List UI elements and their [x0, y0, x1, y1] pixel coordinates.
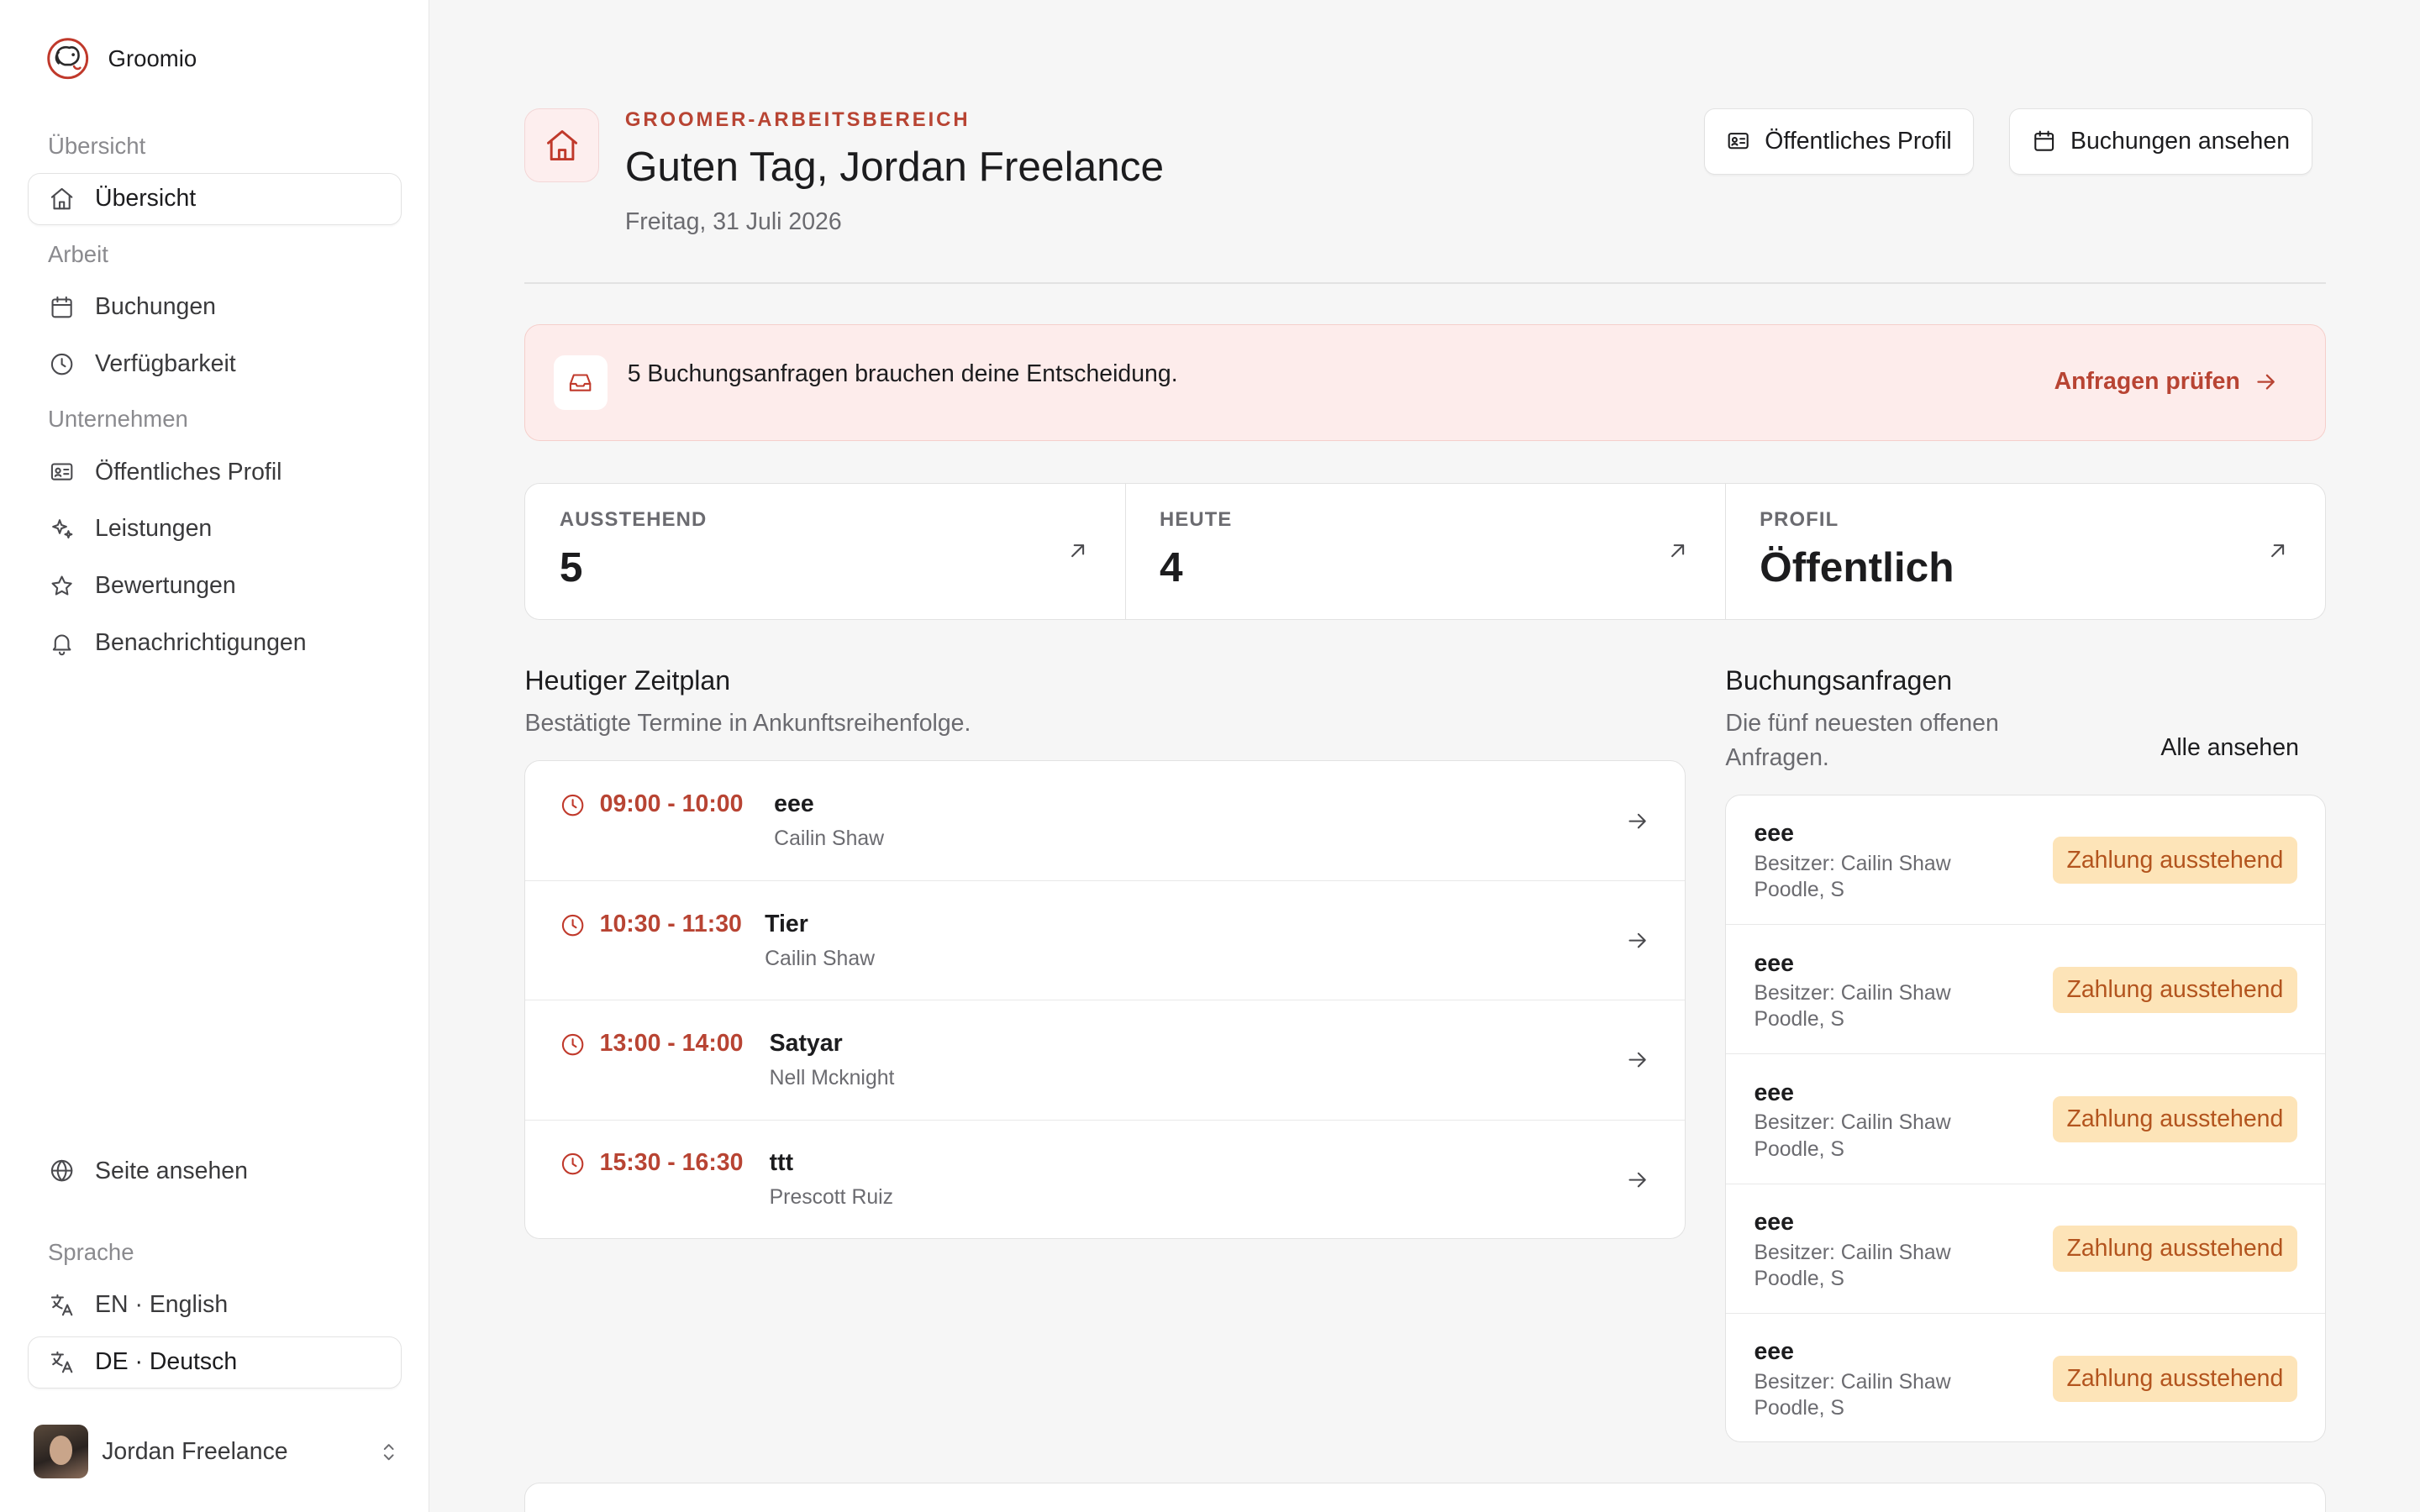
status-badge: Zahlung ausstehend	[2052, 837, 2297, 884]
stat-label: AUSSTEHEND	[559, 508, 708, 532]
requests-list: eee Besitzer: Cailin Shaw Poodle, S Zahl…	[1725, 794, 2326, 1443]
request-owner: Besitzer: Cailin Shaw	[1754, 982, 1951, 1005]
stat-profile[interactable]: PROFIL Öffentlich	[1726, 484, 2325, 619]
request-pet: Poodle, S	[1754, 1008, 1844, 1032]
schedule-row[interactable]: 09:00 - 10:00 eee Cailin Shaw	[525, 761, 1685, 881]
request-row[interactable]: eee Besitzer: Cailin Shaw Poodle, S Zahl…	[1726, 1314, 2324, 1441]
inbox-icon	[553, 355, 608, 410]
request-owner: Besitzer: Cailin Shaw	[1754, 1370, 1951, 1394]
header-divider	[524, 282, 2326, 284]
see-all-link[interactable]: Alle ansehen	[2160, 734, 2299, 762]
alert-message: 5 Buchungsanfragen brauchen deine Entsch…	[627, 360, 1178, 387]
stat-value: 4	[1160, 543, 1183, 591]
calendar-icon	[2034, 130, 2054, 152]
appointment-title: eee	[774, 790, 814, 818]
request-pet: Poodle, S	[1754, 879, 1844, 902]
request-title: eee	[1754, 1079, 1794, 1106]
public-profile-button[interactable]: Öffentliches Profil	[1703, 108, 1975, 175]
view-bookings-button[interactable]: Buchungen ansehen	[2009, 108, 2312, 175]
button-label: Öffentliches Profil	[1765, 127, 1952, 155]
appointment-client: Cailin Shaw	[774, 827, 885, 851]
request-title: eee	[1754, 820, 1794, 848]
request-row[interactable]: eee Besitzer: Cailin Shaw Poodle, S Zahl…	[1726, 1184, 2325, 1315]
arrow-up-right-icon	[2271, 544, 2285, 558]
stat-value: Öffentlich	[1760, 543, 1954, 591]
appointment-time: 09:00 - 10:00	[599, 790, 744, 818]
request-row[interactable]: eee Besitzer: Cailin Shaw Poodle, S Zahl…	[1726, 795, 2325, 926]
arrow-right-icon	[2256, 374, 2275, 390]
request-owner: Besitzer: Cailin Shaw	[1754, 1111, 1951, 1135]
request-pet: Poodle, S	[1754, 1137, 1844, 1161]
stat-pending[interactable]: AUSSTEHEND 5	[525, 483, 1126, 620]
status-badge: Zahlung ausstehend	[2052, 966, 2297, 1013]
request-title: eee	[1754, 1338, 1794, 1366]
page-title: Guten Tag, Jordan Freelance	[624, 142, 1165, 190]
review-requests-link[interactable]: Anfragen prüfen	[2054, 368, 2279, 396]
appointment-client: Cailin Shaw	[765, 947, 876, 970]
stat-label: HEUTE	[1160, 508, 1233, 532]
button-label: Buchungen ansehen	[2070, 127, 2291, 155]
pending-requests-alert: 5 Buchungsanfragen brauchen deine Entsch…	[524, 323, 2326, 442]
arrow-right-icon	[1628, 813, 1646, 829]
arrow-right-icon	[1628, 1053, 1646, 1068]
stats-bar: AUSSTEHEND 5 HEUTE 4 PROFIL Öffentlich	[524, 482, 2326, 621]
stat-label: PROFIL	[1760, 508, 1839, 532]
appointment-title: ttt	[769, 1149, 794, 1177]
appointment-time: 15:30 - 16:30	[599, 1149, 744, 1177]
request-pet: Poodle, S	[1754, 1397, 1844, 1420]
stat-value: 5	[559, 543, 583, 591]
appointment-client: Nell Mcknight	[769, 1067, 895, 1090]
schedule-row[interactable]: 10:30 - 11:30 Tier Cailin Shaw	[525, 881, 1685, 1001]
schedule-title: Heutiger Zeitplan	[524, 664, 731, 696]
clock-icon	[561, 914, 584, 936]
stat-today[interactable]: HEUTE 4	[1126, 483, 1726, 620]
workspace-badge	[524, 108, 599, 182]
request-pet: Poodle, S	[1754, 1267, 1844, 1290]
request-row[interactable]: eee Besitzer: Cailin Shaw Poodle, S Zahl…	[1726, 1054, 2325, 1184]
appointment-client: Prescott Ruiz	[769, 1186, 894, 1210]
appointment-time: 10:30 - 11:30	[599, 910, 742, 937]
id-card-icon	[1728, 133, 1749, 150]
link-label: Anfragen prüfen	[2054, 368, 2240, 396]
workspace-eyebrow: GROOMER-ARBEITSBEREICH	[624, 108, 971, 131]
arrow-right-icon	[1628, 932, 1646, 948]
request-title: eee	[1754, 949, 1794, 977]
schedule-list: 09:00 - 10:00 eee Cailin Shaw 10:30 - 11…	[524, 760, 1686, 1239]
appointment-time: 13:00 - 14:00	[599, 1030, 744, 1058]
main-content: GROOMER-ARBEITSBEREICH Guten Tag, Jordan…	[0, 0, 2420, 1512]
schedule-row[interactable]: 13:00 - 14:00 Satyar Nell Mcknight	[525, 1000, 1685, 1121]
status-badge: Zahlung ausstehend	[2052, 1096, 2297, 1143]
home-icon	[546, 129, 577, 160]
arrow-up-right-icon	[1671, 544, 1685, 558]
status-badge: Zahlung ausstehend	[2052, 1226, 2297, 1273]
status-badge: Zahlung ausstehend	[2052, 1355, 2297, 1402]
requests-title: Buchungsanfragen	[1725, 664, 1953, 696]
lower-card	[524, 1483, 2326, 1512]
schedule-row[interactable]: 15:30 - 16:30 ttt Prescott Ruiz	[525, 1121, 1684, 1238]
requests-subtitle: Die fünf neuesten offenen Anfragen.	[1725, 710, 1999, 771]
schedule-subtitle: Bestätigte Termine in Ankunftsreihenfolg…	[524, 710, 971, 738]
request-owner: Besitzer: Cailin Shaw	[1754, 1241, 1951, 1264]
appointment-title: Tier	[765, 910, 808, 937]
arrow-right-icon	[1628, 1172, 1646, 1188]
request-row[interactable]: eee Besitzer: Cailin Shaw Poodle, S Zahl…	[1726, 925, 2325, 1055]
arrow-up-right-icon	[1071, 544, 1085, 558]
clock-icon	[561, 1153, 584, 1175]
request-title: eee	[1754, 1209, 1794, 1236]
clock-icon	[561, 1033, 584, 1056]
current-date: Freitag, 31 Juli 2026	[624, 207, 842, 235]
request-owner: Besitzer: Cailin Shaw	[1754, 852, 1951, 875]
appointment-title: Satyar	[769, 1030, 843, 1058]
clock-icon	[561, 795, 584, 816]
